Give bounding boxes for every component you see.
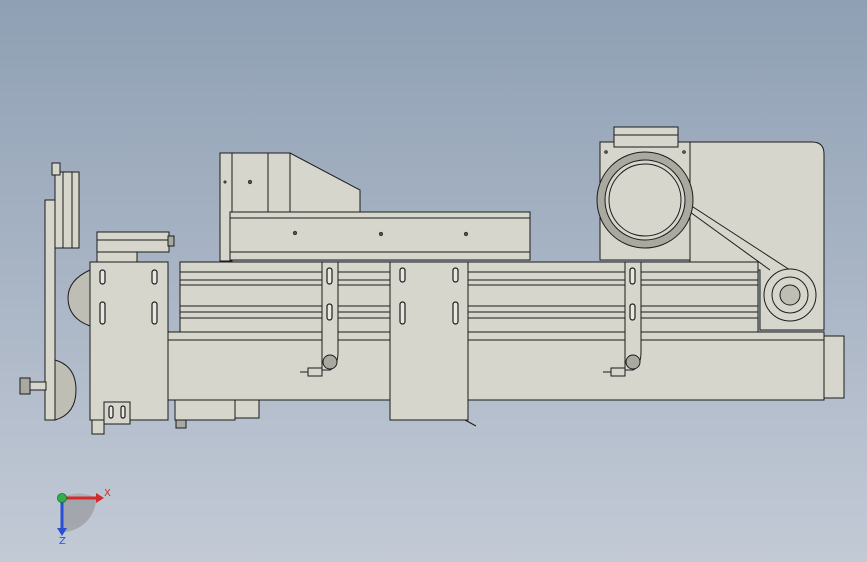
upper-slide-plate [229,211,531,261]
left-pulley [67,269,91,327]
x-axis-label: X [104,488,111,499]
coordinate-triad: X Z [57,488,111,547]
z-axis-label: Z [59,536,66,547]
bottom-motor-block [174,399,260,429]
linear-actuator-body [179,261,759,333]
left-end-plate [89,261,169,435]
drive-pulley [763,268,817,322]
cad-viewport[interactable]: X Z [0,0,867,562]
base-beam [167,331,845,401]
motor [596,126,694,261]
carriage-plate [389,261,477,427]
assembly-drawing: X Z [19,126,845,547]
top-left-module [96,231,175,263]
